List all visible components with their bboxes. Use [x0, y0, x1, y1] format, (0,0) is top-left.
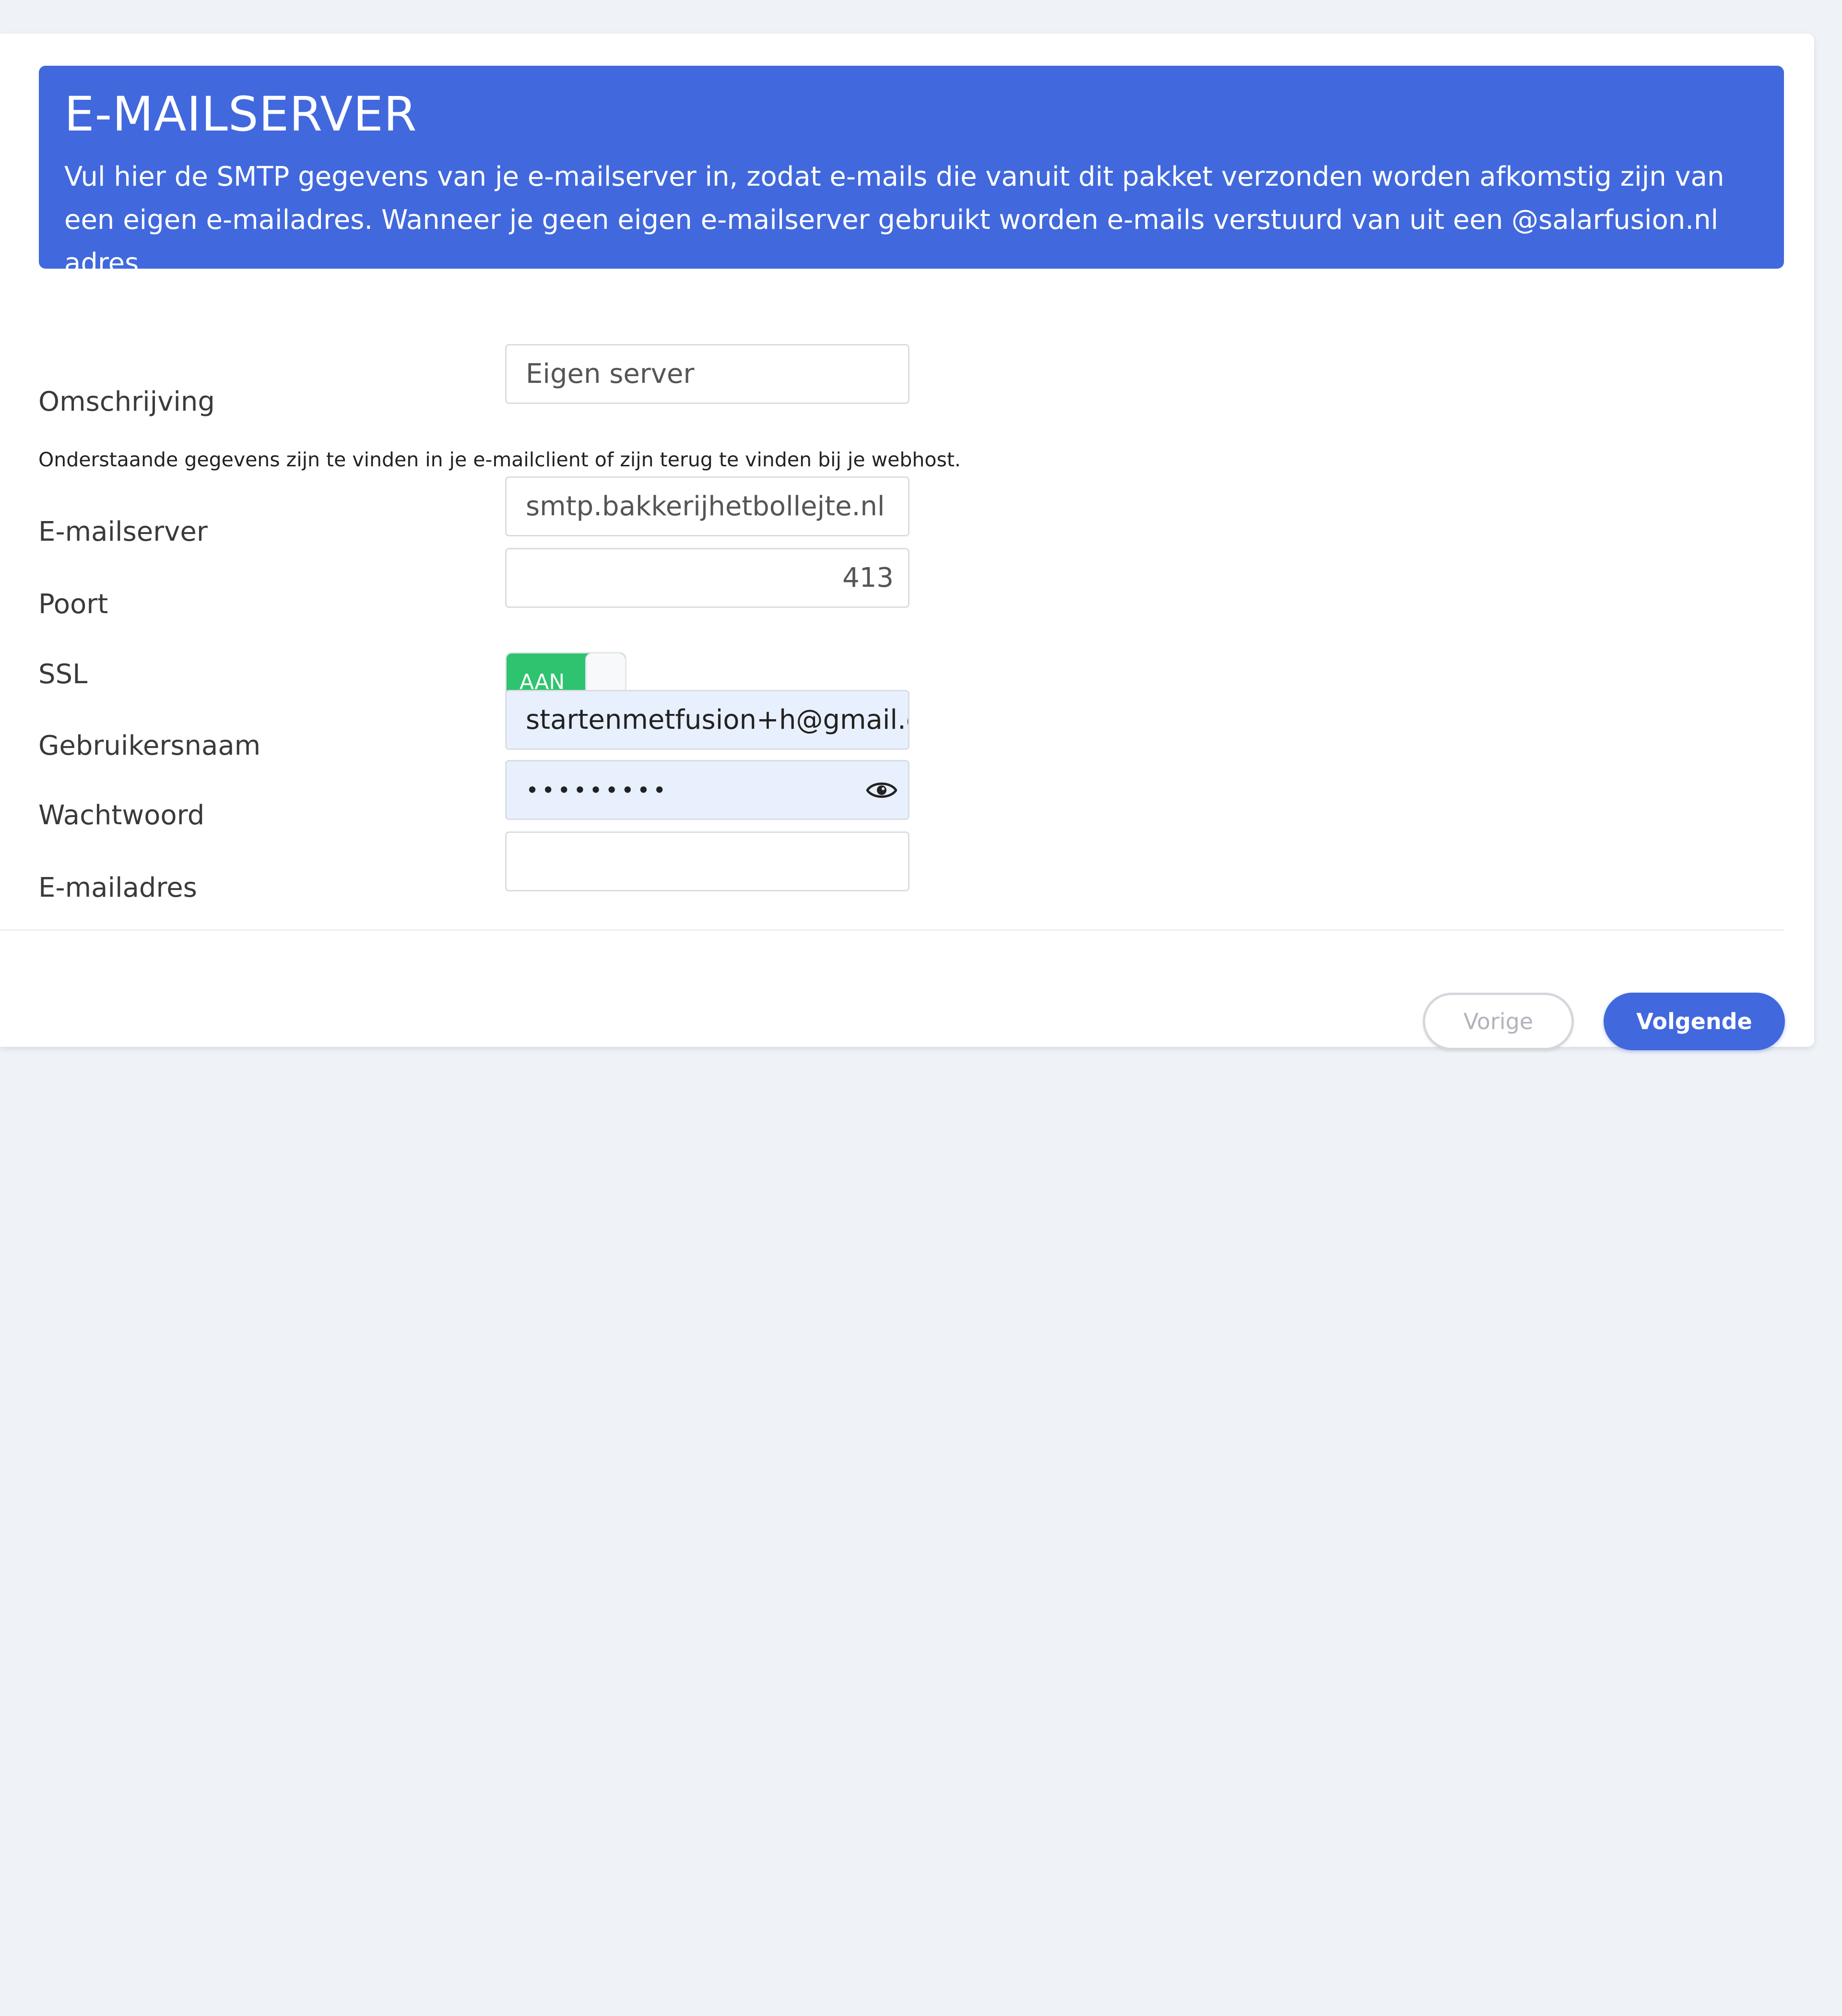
page-title: E-MAILSERVER: [64, 87, 417, 142]
port-field[interactable]: 413: [505, 548, 909, 608]
description-field[interactable]: Eigen server: [505, 344, 909, 404]
ssl-label: SSL: [38, 659, 88, 690]
eye-icon[interactable]: [865, 773, 898, 807]
username-label: Gebruikersnaam: [38, 730, 261, 761]
footer-divider: [0, 929, 1784, 931]
password-label: Wachtwoord: [38, 800, 205, 831]
previous-button[interactable]: Vorige: [1423, 993, 1574, 1050]
info-banner: E-MAILSERVER Vul hier de SMTP gegevens v…: [39, 66, 1784, 279]
email-field[interactable]: [505, 831, 909, 891]
banner-description: Vul hier de SMTP gegevens van je e-mails…: [64, 161, 1724, 279]
email-label: E-mailadres: [38, 872, 197, 903]
port-label: Poort: [38, 589, 108, 620]
password-field[interactable]: •••••••••: [505, 760, 909, 820]
next-button[interactable]: Volgende: [1604, 993, 1785, 1050]
description-label: Omschrijving: [38, 386, 215, 417]
password-value: •••••••••: [526, 777, 669, 803]
mailserver-field[interactable]: smtp.bakkerijhetbollejte.nl: [505, 476, 909, 536]
setup-card: E-MAILSERVER Vul hier de SMTP gegevens v…: [0, 34, 1814, 1050]
mailserver-label: E-mailserver: [38, 516, 208, 547]
server-hint-text: Onderstaande gegevens zijn te vinden in …: [38, 448, 961, 471]
username-field[interactable]: startenmetfusion+h@gmail.cor: [505, 690, 909, 750]
